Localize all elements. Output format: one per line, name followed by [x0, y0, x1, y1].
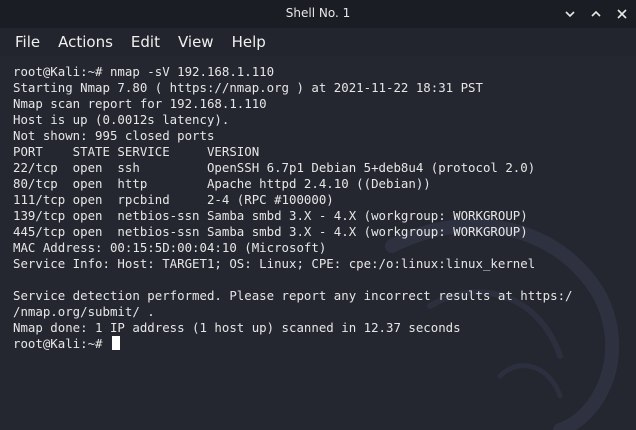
maximize-button[interactable] — [588, 6, 604, 22]
menu-bar: File Actions Edit View Help — [0, 28, 636, 56]
terminal-line: /nmap.org/submit/ . — [13, 304, 155, 319]
menu-view[interactable]: View — [170, 33, 222, 51]
window-controls — [562, 6, 630, 22]
terminal-line: 139/tcp open netbios-ssn Samba smbd 3.X … — [13, 208, 528, 223]
menu-help[interactable]: Help — [224, 33, 274, 51]
menu-file[interactable]: File — [7, 33, 48, 51]
terminal-line: 111/tcp open rpcbind 2-4 (RPC #100000) — [13, 192, 334, 207]
terminal-line: Service Info: Host: TARGET1; OS: Linux; … — [13, 256, 536, 271]
terminal-line: root@Kali:~# nmap -sV 192.168.1.110 — [13, 64, 275, 79]
title-bar[interactable]: Shell No. 1 — [0, 0, 636, 28]
menu-edit[interactable]: Edit — [123, 33, 168, 51]
terminal-line: 22/tcp open ssh OpenSSH 6.7p1 Debian 5+d… — [13, 160, 536, 175]
chevron-down-icon — [565, 11, 575, 18]
terminal-line: 80/tcp open http Apache httpd 2.4.10 ((D… — [13, 176, 431, 191]
terminal-line: Host is up (0.0012s latency). — [13, 112, 230, 127]
close-icon — [617, 9, 627, 19]
terminal-line: PORT STATE SERVICE VERSION — [13, 144, 260, 159]
menu-actions[interactable]: Actions — [50, 33, 121, 51]
terminal-line: 445/tcp open netbios-ssn Samba smbd 3.X … — [13, 224, 528, 239]
terminal-line: Service detection performed. Please repo… — [13, 288, 573, 303]
terminal-line: Not shown: 995 closed ports — [13, 128, 215, 143]
terminal-line: Nmap done: 1 IP address (1 host up) scan… — [13, 320, 461, 335]
chevron-up-icon — [591, 10, 601, 17]
terminal-prompt-line[interactable]: root@Kali:~# — [13, 336, 573, 352]
terminal-text: root@Kali:~# nmap -sV 192.168.1.110 Start… — [13, 64, 573, 352]
terminal-output-area[interactable]: root@Kali:~# nmap -sV 192.168.1.110 Start… — [0, 56, 636, 430]
terminal-prompt: root@Kali:~# — [13, 336, 110, 351]
terminal-line: Nmap scan report for 192.168.1.110 — [13, 96, 267, 111]
close-button[interactable] — [614, 6, 630, 22]
terminal-window: Shell No. 1 File Actions Edit View Help … — [0, 0, 636, 430]
text-cursor — [111, 336, 120, 350]
window-title: Shell No. 1 — [285, 6, 351, 20]
terminal-line: Starting Nmap 7.80 ( https://nmap.org ) … — [13, 80, 483, 95]
minimize-button[interactable] — [562, 6, 578, 22]
terminal-line: MAC Address: 00:15:5D:00:04:10 (Microsof… — [13, 240, 327, 255]
